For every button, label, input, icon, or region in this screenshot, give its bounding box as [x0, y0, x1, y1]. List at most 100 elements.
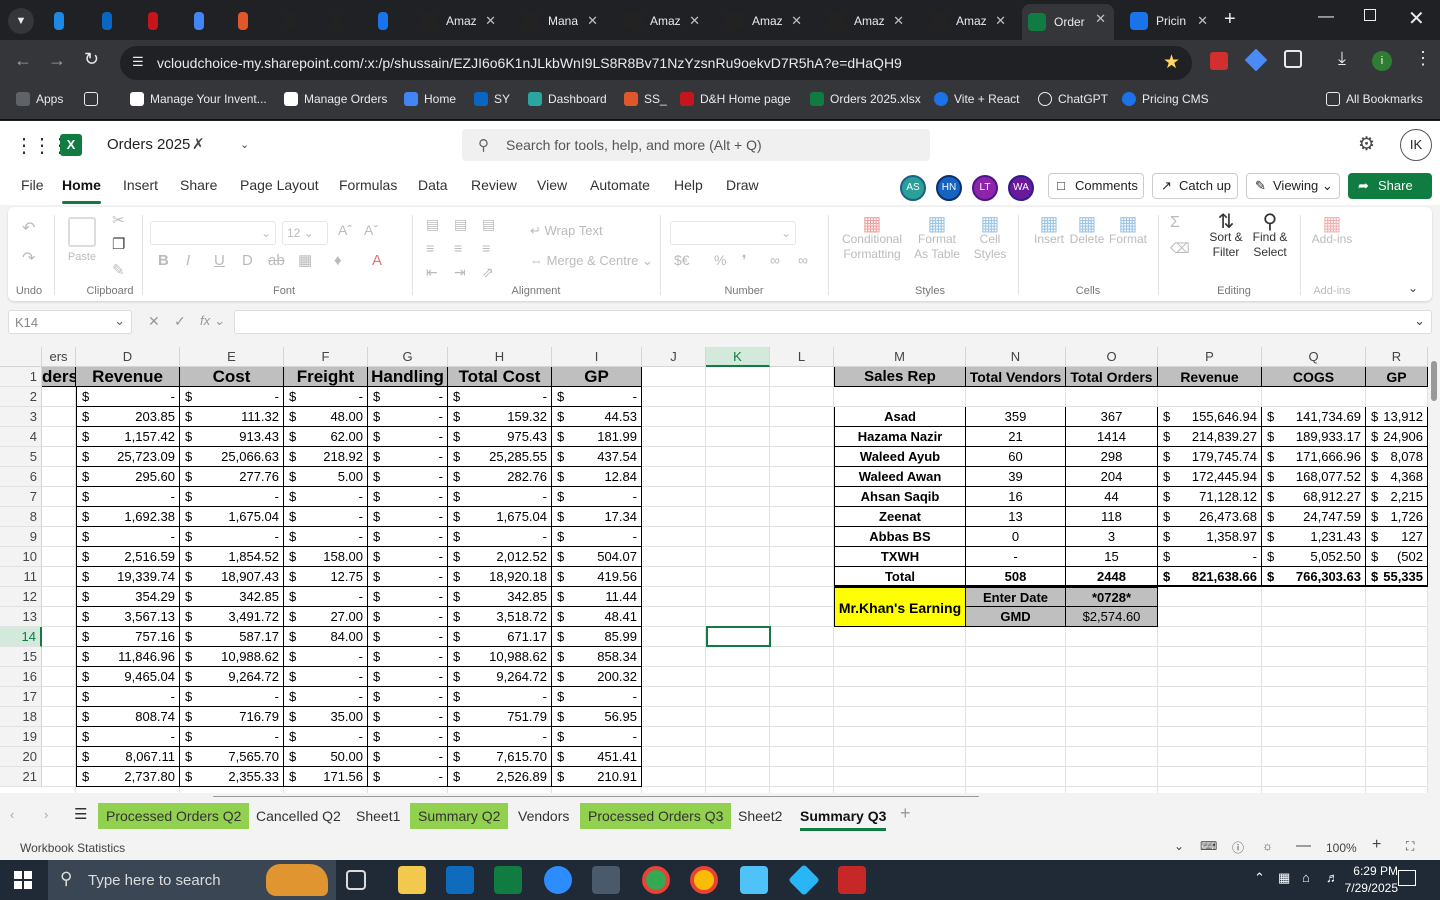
- align-middle-icon[interactable]: ▤: [454, 217, 467, 232]
- vertical-scrollbar[interactable]: [1428, 347, 1440, 793]
- data-cell[interactable]: $48.41: [552, 607, 642, 627]
- tab-view[interactable]: View: [537, 177, 567, 193]
- zoom-level[interactable]: 100%: [1326, 841, 1357, 855]
- decrease-decimal-icon[interactable]: ∞: [798, 253, 808, 268]
- summary-cell[interactable]: -: [966, 547, 1066, 567]
- summary-cell[interactable]: 367: [1066, 407, 1158, 427]
- data-cell[interactable]: $1,675.04: [180, 507, 284, 527]
- summary-cell[interactable]: $24,906: [1366, 427, 1428, 447]
- font-family-select[interactable]: ⌄: [150, 221, 276, 245]
- tab-formulas[interactable]: Formulas: [339, 177, 397, 193]
- tab-draw[interactable]: Draw: [726, 177, 759, 193]
- file-name[interactable]: Orders 2025: [107, 136, 190, 153]
- next-sheet-icon[interactable]: ›: [44, 807, 48, 822]
- summary-cell[interactable]: $179,745.74: [1158, 447, 1262, 467]
- currency-icon[interactable]: $€: [674, 253, 690, 268]
- increase-indent-icon[interactable]: ⇥: [454, 265, 466, 280]
- row-header[interactable]: 11: [0, 567, 42, 587]
- summary-cell[interactable]: $766,303.63: [1262, 567, 1366, 587]
- extension-dropbox-icon[interactable]: [1244, 48, 1268, 72]
- align-right-icon[interactable]: ≡: [482, 241, 490, 256]
- extension-pdf-icon[interactable]: [1210, 52, 1228, 70]
- downloads-icon[interactable]: ⤓: [1338, 48, 1346, 69]
- left-table-header[interactable]: Freight: [284, 367, 368, 387]
- column-header[interactable]: N: [966, 347, 1066, 367]
- summary-cell[interactable]: $155,646.94: [1158, 407, 1262, 427]
- bookmark-orders-xlsx[interactable]: Orders 2025.xlsx: [810, 92, 921, 106]
- summary-cell[interactable]: 39: [966, 467, 1066, 487]
- row-header[interactable]: 5: [0, 447, 42, 467]
- data-cell[interactable]: $1,675.04: [448, 507, 552, 527]
- expand-formula-chevron-icon[interactable]: ⌄: [1414, 313, 1425, 329]
- summary-cell[interactable]: $214,839.27: [1158, 427, 1262, 447]
- browser-tab[interactable]: Amaz ✕: [414, 6, 504, 36]
- increase-font-icon[interactable]: Aˆ: [338, 223, 352, 238]
- sheet-tab[interactable]: Processed Orders Q2: [98, 803, 250, 829]
- prev-sheet-icon[interactable]: ‹: [10, 807, 14, 822]
- new-tab-button[interactable]: +: [1224, 8, 1236, 31]
- tab-file[interactable]: File: [21, 177, 44, 193]
- zoom-out-icon[interactable]: —: [1296, 837, 1311, 854]
- data-cell[interactable]: $25,066.63: [180, 447, 284, 467]
- summary-header[interactable]: Sales Rep: [834, 367, 966, 387]
- row-header[interactable]: 6: [0, 467, 42, 487]
- data-cell[interactable]: $ -: [284, 687, 368, 707]
- left-table-header[interactable]: GP: [552, 367, 642, 387]
- percent-icon[interactable]: %: [714, 253, 726, 268]
- bookmark-home[interactable]: Home: [404, 92, 456, 106]
- browser-tab[interactable]: Amaz ✕: [618, 6, 708, 36]
- data-cell[interactable]: $ -: [368, 667, 448, 687]
- data-cell[interactable]: $7,565.70: [180, 747, 284, 767]
- browser-tab[interactable]: Mana ✕: [516, 6, 606, 36]
- data-cell[interactable]: $44.53: [552, 407, 642, 427]
- browser-tab[interactable]: [280, 6, 304, 36]
- data-cell[interactable]: $ -: [368, 547, 448, 567]
- comma-icon[interactable]: ❜: [742, 253, 747, 268]
- network-icon[interactable]: ▦: [1278, 870, 1290, 886]
- data-cell[interactable]: $9,264.72: [180, 667, 284, 687]
- orientation-icon[interactable]: ⇗: [482, 265, 494, 280]
- data-cell[interactable]: $ -: [284, 647, 368, 667]
- sales-rep-name[interactable]: Asad: [834, 407, 966, 427]
- data-cell[interactable]: $ -: [368, 567, 448, 587]
- row-header[interactable]: 12: [0, 587, 42, 607]
- align-bottom-icon[interactable]: ▤: [482, 217, 495, 232]
- decrease-font-icon[interactable]: Aˇ: [364, 223, 378, 238]
- data-cell[interactable]: $ -: [368, 747, 448, 767]
- summary-cell[interactable]: $172,445.94: [1158, 467, 1262, 487]
- data-cell[interactable]: $ -: [368, 767, 448, 787]
- browser-tab[interactable]: [96, 6, 120, 36]
- data-cell[interactable]: $ -: [284, 667, 368, 687]
- formula-input[interactable]: ⌄: [234, 310, 1432, 334]
- data-cell[interactable]: $ -: [368, 427, 448, 447]
- summary-cell[interactable]: $141,734.69: [1262, 407, 1366, 427]
- row-header[interactable]: 2: [0, 387, 42, 407]
- row-header[interactable]: 3: [0, 407, 42, 427]
- data-cell[interactable]: $ -: [180, 527, 284, 547]
- row-header[interactable]: 1: [0, 367, 42, 387]
- data-cell[interactable]: $ -: [448, 527, 552, 547]
- clock-time[interactable]: 6:29 PM: [1334, 864, 1398, 878]
- data-cell[interactable]: $11.44: [552, 587, 642, 607]
- data-cell[interactable]: $27.00: [284, 607, 368, 627]
- row-header[interactable]: 16: [0, 667, 42, 687]
- row-header[interactable]: 19: [0, 727, 42, 747]
- data-cell[interactable]: $ -: [368, 707, 448, 727]
- data-cell[interactable]: $295.60: [76, 467, 180, 487]
- bookmark-chatgpt[interactable]: ChatGPT: [1038, 92, 1108, 106]
- data-cell[interactable]: $56.95: [552, 707, 642, 727]
- wifi-icon[interactable]: ⌂: [1302, 870, 1310, 885]
- font-color-icon[interactable]: A: [372, 253, 382, 268]
- data-cell[interactable]: $ -: [368, 607, 448, 627]
- coauthor-avatar[interactable]: HN: [936, 175, 962, 201]
- catch-up-button[interactable]: ↗ Catch up: [1152, 173, 1238, 199]
- tab-automate[interactable]: Automate: [590, 177, 650, 193]
- add-sheet-icon[interactable]: +: [900, 803, 911, 824]
- data-cell[interactable]: $ -: [284, 527, 368, 547]
- column-header[interactable]: E: [180, 347, 284, 367]
- decrease-indent-icon[interactable]: ⇤: [426, 265, 438, 280]
- gmd-value-cell[interactable]: $2,574.60: [1066, 607, 1158, 627]
- column-header[interactable]: K: [706, 347, 770, 367]
- data-cell[interactable]: $ -: [368, 687, 448, 707]
- data-cell[interactable]: $210.91: [552, 767, 642, 787]
